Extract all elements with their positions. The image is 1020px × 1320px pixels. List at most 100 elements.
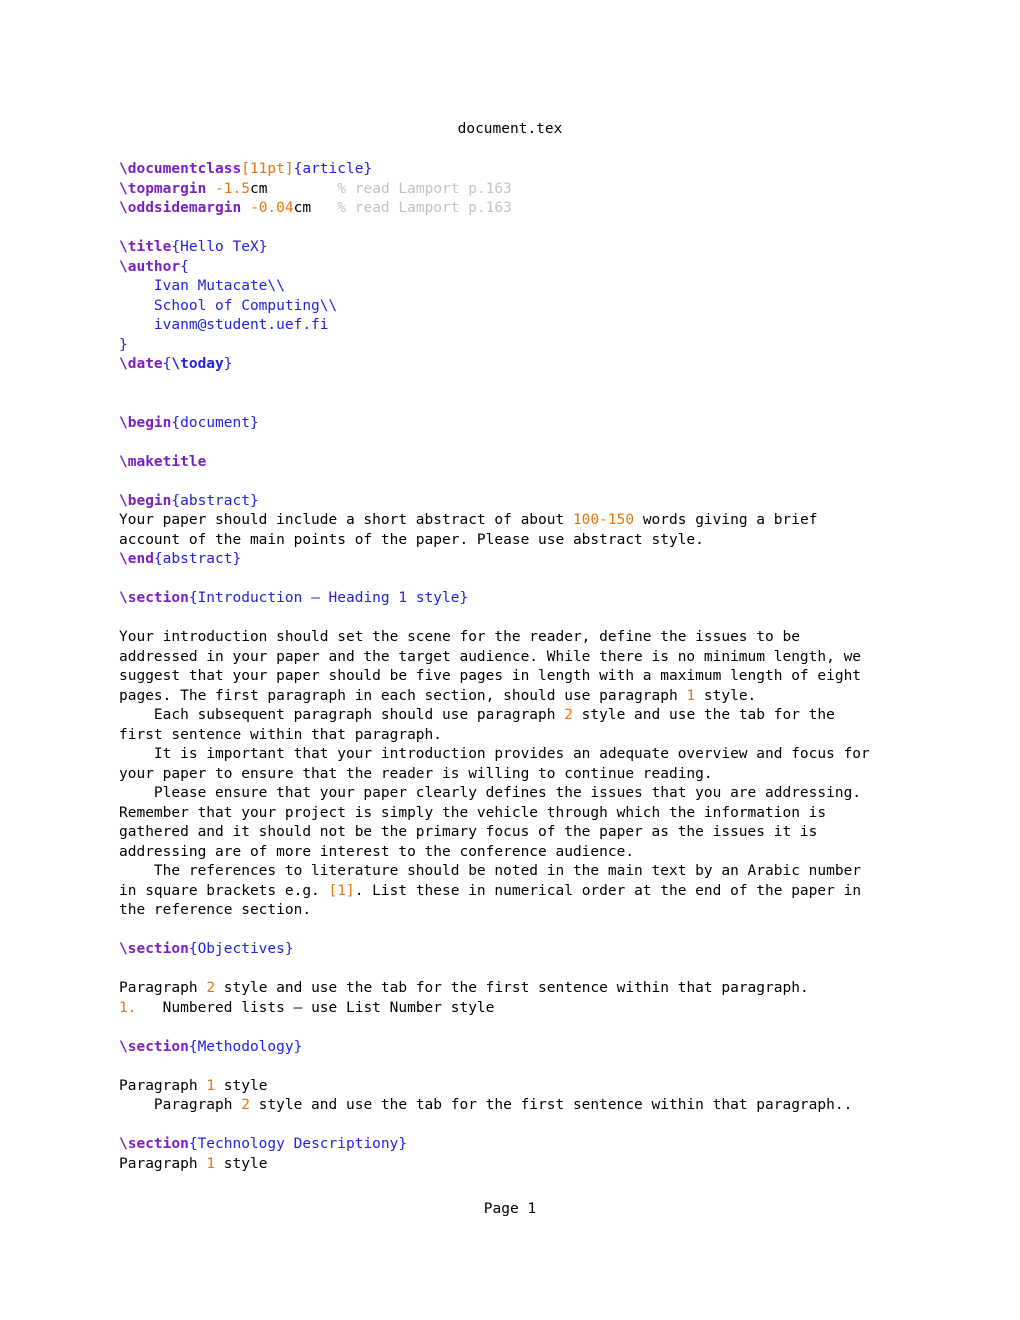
code-line: \title{Hello TeX} [119,238,979,258]
code-token: \today [171,356,224,372]
code-line: gathered and it should not be the primar… [119,823,979,843]
code-token: account of the main points of the paper.… [119,531,704,548]
code-token: addressed in your paper and the target a… [119,648,862,665]
code-token: your paper to ensure that the reader is … [119,765,713,782]
code-token: 2 [564,707,573,723]
code-token: } [249,414,259,431]
code-token: } [249,492,259,509]
code-token: - [206,180,224,197]
page-footer: Page 1 [483,1201,537,1217]
code-line: addressing are of more interest to the c… [119,843,979,863]
code-token: style [215,1077,268,1094]
code-token: { [153,551,163,567]
code-line: first sentence within that paragraph. [119,726,979,746]
code-token: % read Lamport p.163 [337,180,512,197]
code-token: addressing are of more interest to the c… [119,843,635,860]
code-line: \section{Objectives} [119,940,979,960]
code-token: Each subsequent paragraph should use par… [119,707,565,723]
code-token: abstract [162,551,233,567]
code-token: \section [119,941,189,957]
code-token: style [215,1155,268,1172]
code-token: 11pt [249,161,285,177]
code-token: 1. [119,999,137,1016]
code-token: style. [695,687,757,704]
code-token: article [302,161,364,177]
code-line: suggest that your paper should be five p… [119,667,979,687]
code-line: School of Computing\\ [119,297,979,317]
code-token: Please ensure that your paper clearly de… [119,785,862,801]
code-token: Paragraph [119,980,207,996]
code-token: \section [119,1038,189,1055]
code-token: 150 [607,512,635,528]
code-line: } [119,336,979,356]
code-line: \section{Technology Descriptiony} [119,1135,979,1155]
code-line: ivanm@student.uef.fi [119,316,979,336]
code-token: \maketitle [119,453,207,470]
code-line: Paragraph 2 style and use the tab for th… [119,1096,979,1116]
code-token: { [171,239,181,255]
code-line: your paper to ensure that the reader is … [119,765,979,785]
code-token: \oddsidemargin [119,200,242,216]
code-token: { [180,258,189,275]
code-token: Paragraph [119,1097,242,1113]
code-token: { [188,590,198,606]
code-token: It is important that your introduction p… [119,746,870,762]
code-token: [1] [328,882,355,899]
code-token: words giving a brief [634,512,818,528]
code-token: abstract [180,492,250,509]
code-line: \documentclass[11pt]{article} [119,160,979,180]
code-line: \maketitle [119,453,979,473]
code-token: The references to literature should be n… [119,863,862,879]
code-line: in square brackets e.g. [1]. List these … [119,882,979,902]
code-token: style and use the tab for the first sent… [249,1097,853,1113]
code-line: Please ensure that your paper clearly de… [119,784,979,804]
code-token: pages. The first paragraph in each secti… [119,687,687,704]
code-token: in square brackets e.g. [119,882,329,899]
code-token: } [398,1136,408,1152]
code-token: Numbered lists – use List Number style [136,999,495,1016]
code-token: \documentclass [119,161,242,177]
code-token: 1 [206,1077,216,1094]
code-token: \date [119,356,163,372]
code-line: \oddsidemargin -0.04cm % read Lamport p.… [119,199,979,219]
code-token: } [363,161,373,177]
code-token: Technology Descriptiony [197,1136,399,1152]
code-token: style and use the tab for the [572,707,835,723]
latex-source-listing[interactable]: \documentclass[11pt]{article} \topmargin … [119,160,979,1174]
code-token: cm [293,200,312,216]
code-token: Hello TeX [180,239,259,255]
code-token: gathered and it should not be the primar… [119,824,818,840]
code-line: account of the main points of the paper.… [119,531,979,551]
code-line: \date{\today} [119,355,979,375]
code-token: } [284,941,294,957]
code-token: Introduction – Heading 1 style [197,590,460,606]
code-token: Methodology [197,1038,294,1055]
code-token: [ [241,161,250,177]
code-line: 1. Numbered lists – use List Number styl… [119,999,979,1019]
code-token: School of Computing\\ [119,297,338,314]
code-token: . List these in numerical order at the e… [354,882,862,899]
code-line: the reference section. [119,901,979,921]
code-token: style and use the tab for the first sent… [215,980,809,996]
code-token: 2 [206,980,216,996]
code-token: \begin [119,492,172,509]
code-token: \section [119,1136,189,1152]
code-token: Ivan Mutacate\\ [119,278,285,294]
page-title: document.tex [457,121,563,137]
code-token: Your paper should include a short abstra… [119,512,573,528]
code-token: \topmargin [119,180,207,197]
code-line: addressed in your paper and the target a… [119,648,979,668]
code-token: ] [284,161,294,177]
code-token: 1.5 [223,180,250,197]
code-token: \author [119,258,181,275]
code-line: \section{Methodology} [119,1038,979,1058]
code-line: pages. The first paragraph in each secti… [119,687,979,707]
